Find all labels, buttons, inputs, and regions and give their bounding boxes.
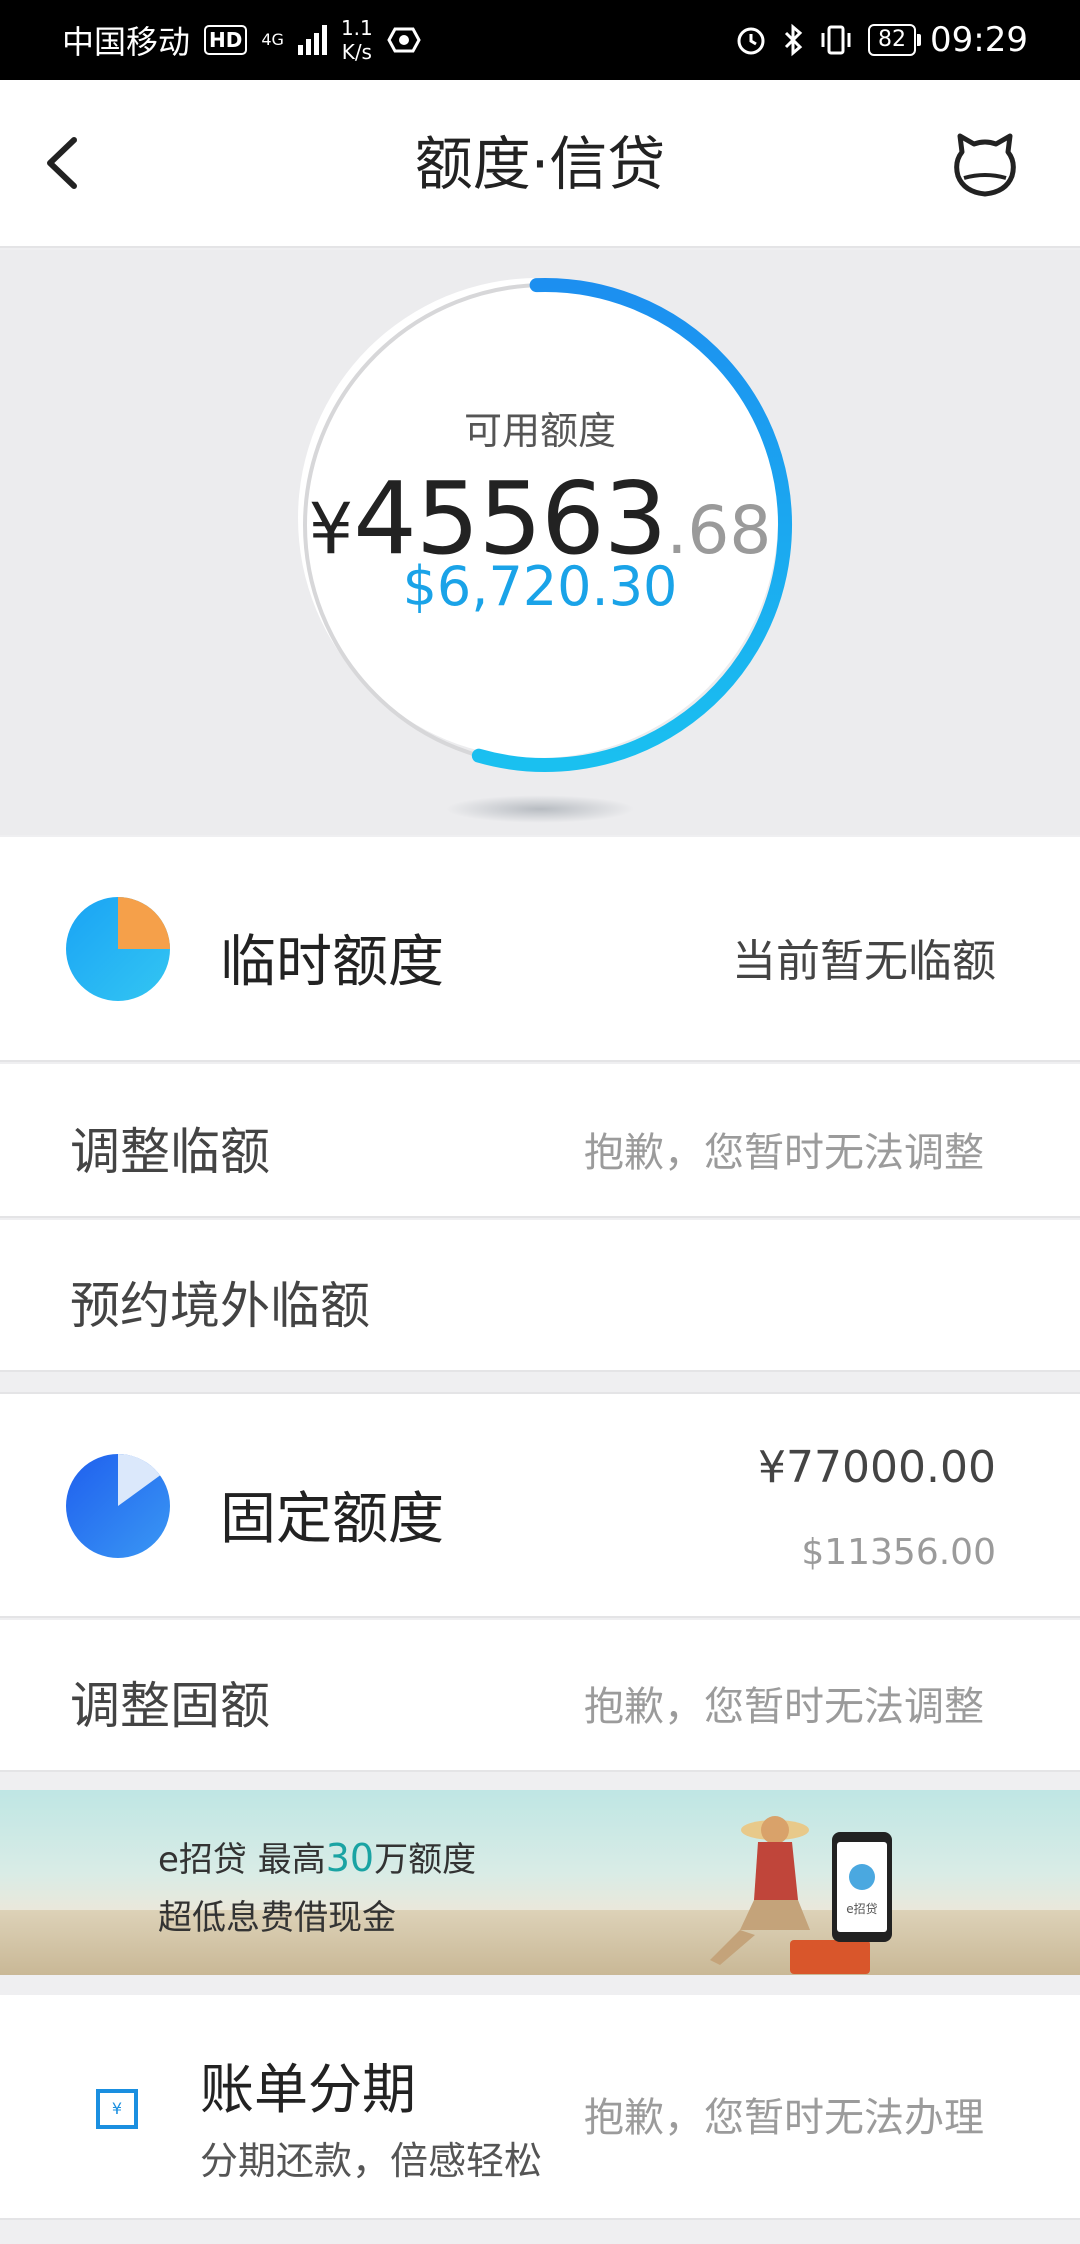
- vibrate-icon: [821, 25, 851, 55]
- fixed-credit-pie-icon: [66, 1454, 170, 1558]
- installment-status: 抱歉，您暂时无法办理: [584, 2095, 984, 2141]
- loan-promo-banner[interactable]: e招贷 最高30万额度 超低息费借现金 e招贷: [0, 1790, 1080, 1975]
- fixed-credit-section[interactable]: 固定额度 ¥77000.00 $11356.00: [0, 1392, 1080, 1618]
- banner-headline-suffix: 万额度: [374, 1840, 477, 1880]
- banner-phone-illustration: e招贷: [832, 1832, 892, 1942]
- bluetooth-icon: [784, 23, 803, 57]
- network-speed: 1.1 K/s: [340, 16, 373, 64]
- adjust-temporary-credit-row[interactable]: 调整临额 抱歉，您暂时无法调整: [0, 1064, 1080, 1218]
- clock: 09:29: [930, 20, 1028, 60]
- banner-headline-prefix: e招贷 最高: [158, 1840, 326, 1880]
- banner-headline: e招贷 最高30万额度: [158, 1832, 476, 1881]
- installment-icon: ¥: [96, 2089, 138, 2129]
- adjust-fixed-credit-status: 抱歉，您暂时无法调整: [584, 1684, 984, 1730]
- adjust-fixed-credit-label: 调整固额: [70, 1677, 270, 1735]
- title-bar: 额度·信贷: [0, 80, 1080, 248]
- vpn-icon: [387, 27, 421, 53]
- carrier-name: 中国移动: [62, 23, 191, 61]
- signal-icon: [297, 25, 327, 55]
- fixed-credit-title: 固定额度: [220, 1487, 444, 1552]
- installment-subtitle: 分期还款，倍感轻松: [200, 2139, 543, 2183]
- reserve-overseas-credit-row[interactable]: 预约境外临额: [0, 1220, 1080, 1372]
- banner-phone-text: e招贷: [846, 1902, 878, 1916]
- temporary-credit-title: 临时额度: [220, 930, 444, 995]
- fixed-credit-value-usd: $11356.00: [801, 1532, 996, 1573]
- svg-text:¥: ¥: [112, 2099, 122, 2118]
- banner-headline-highlight: 30: [325, 1836, 375, 1880]
- alarm-icon: [737, 27, 765, 55]
- page-title: 额度·信贷: [414, 130, 666, 198]
- adjust-temporary-credit-status: 抱歉，您暂时无法调整: [584, 1130, 984, 1176]
- available-credit-label: 可用额度: [463, 409, 616, 453]
- reserve-overseas-credit-label: 预约境外临额: [70, 1277, 370, 1335]
- banner-subline: 超低息费借现金: [158, 1898, 396, 1938]
- network-type: 4G: [261, 30, 284, 49]
- available-credit-usd: $6,720.30: [402, 555, 678, 618]
- bill-installment-row[interactable]: ¥ 账单分期 分期还款，倍感轻松 抱歉，您暂时无法办理: [0, 1995, 1080, 2220]
- hd-badge: HD: [204, 25, 248, 55]
- adjust-fixed-credit-row[interactable]: 调整固额 抱歉，您暂时无法调整: [0, 1620, 1080, 1772]
- installment-title: 账单分期: [200, 2058, 416, 2121]
- temporary-credit-section[interactable]: 临时额度 当前暂无临额: [0, 837, 1080, 1062]
- temporary-credit-value: 当前暂无临额: [732, 936, 996, 987]
- fixed-credit-value-cny: ¥77000.00: [758, 1442, 996, 1493]
- battery-indicator: 82: [868, 24, 922, 56]
- customer-service-robot-icon[interactable]: [950, 132, 1020, 198]
- adjust-temporary-credit-label: 调整临额: [70, 1123, 270, 1181]
- status-bar: 中国移动 HD 4G 1.1 K/s 82 09:29: [0, 0, 1080, 80]
- ring-shadow: [445, 795, 635, 823]
- temporary-credit-pie-icon: [66, 897, 170, 1001]
